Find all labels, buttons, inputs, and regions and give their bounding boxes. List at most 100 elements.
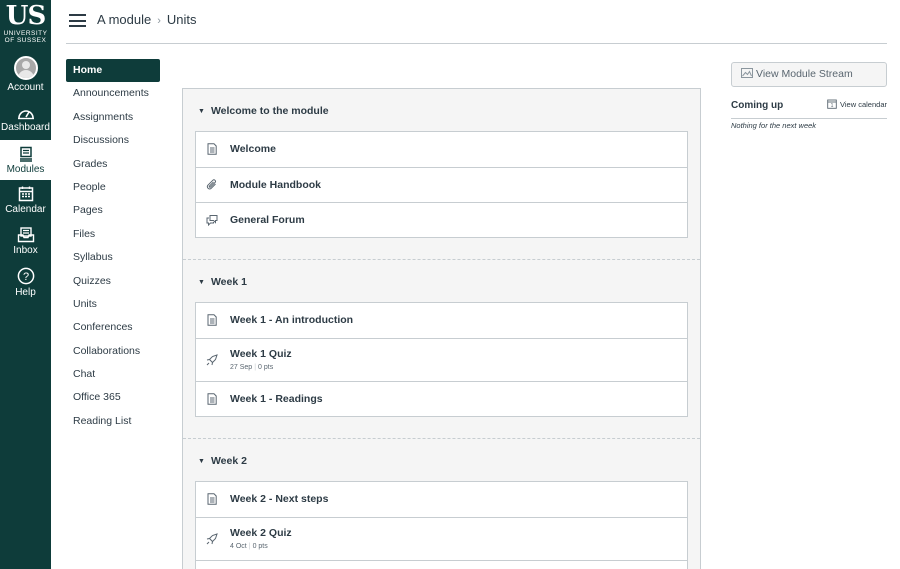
global-nav-inbox[interactable]: Inbox [0,227,51,257]
discussion-icon [206,215,218,226]
view-calendar-link[interactable]: 1 View calendar [827,99,887,110]
global-nav-modules[interactable]: Modules [0,140,51,180]
global-nav-label: Help [15,287,36,298]
attachment-icon [206,179,216,190]
page-icon [207,314,217,326]
module-item[interactable] [196,560,687,569]
module-item-title[interactable]: Week 2 Quiz [230,527,292,539]
inbox-icon [17,227,34,243]
global-nav-label: Modules [6,164,45,175]
module-item-title[interactable]: Week 1 - Readings [230,393,323,405]
course-nav-conferences[interactable]: Conferences [66,316,160,339]
module-header[interactable]: ▼ Welcome to the module [183,89,700,131]
quiz-icon [206,533,218,545]
module-item[interactable]: Week 2 Quiz 4 Oct | 0 pts [196,517,687,560]
course-nav-grades[interactable]: Grades [66,153,160,176]
calendar-icon [18,186,33,202]
course-nav-chat[interactable]: Chat [66,363,160,386]
module-header[interactable]: ▼ Week 1 [183,260,700,302]
module-item[interactable]: Week 1 Quiz 27 Sep | 0 pts [196,338,687,381]
stream-icon [741,68,753,79]
breadcrumb-course-link[interactable]: A module [97,12,151,27]
hamburger-menu-button[interactable] [69,14,86,27]
module-item[interactable]: Week 1 - An introduction [196,303,687,338]
module-title: Week 1 [210,276,247,288]
module-item[interactable]: Welcome [196,132,687,167]
module-item-meta: 27 Sep | 0 pts [230,364,274,371]
course-nav-announcements[interactable]: Announcements [66,82,160,105]
global-nav-calendar[interactable]: Calendar [0,186,51,216]
due-date: 27 Sep [230,364,253,371]
course-nav-units[interactable]: Units [66,293,160,316]
course-nav-quizzes[interactable]: Quizzes [66,270,160,293]
course-nav-home[interactable]: Home [66,59,160,83]
coming-up-header: Coming up 1 View calendar [731,99,887,119]
module-item[interactable]: Module Handbook [196,167,687,202]
coming-up-empty-text: Nothing for the next week [731,121,817,130]
global-nav-label: Inbox [13,245,38,256]
module-item[interactable]: Week 1 - Readings [196,381,687,416]
collapse-caret-icon: ▼ [198,279,205,286]
logo-line-1: UNIVERSITY [3,30,48,37]
module-items: Welcome Module Handbook General Forum [195,131,688,238]
calendar-icon: 1 [827,99,837,109]
global-nav-label: Dashboard [1,122,50,133]
course-nav-syllabus[interactable]: Syllabus [66,246,160,269]
breadcrumb: A module › Units [97,12,197,27]
view-module-stream-label: View Module Stream [756,68,853,80]
svg-text:1: 1 [831,103,834,109]
module-item-title[interactable]: Module Handbook [230,179,321,191]
module-title: Week 2 [210,455,247,467]
course-nav-discussions[interactable]: Discussions [66,129,160,152]
university-logo[interactable]: US UNIVERSITY OF SUSSEX [0,2,51,44]
modules-icon [19,146,32,162]
global-nav-account[interactable]: Account [0,56,51,94]
module: ▼ Week 2 Week 2 - Next steps Week 2 Quiz … [183,439,700,569]
global-nav-dashboard[interactable]: Dashboard [0,106,51,134]
module-title: Welcome to the module [210,105,329,117]
global-nav-help[interactable]: ? Help [0,267,51,299]
global-nav-label: Calendar [5,204,46,215]
course-nav-reading-list[interactable]: Reading List [66,410,160,433]
module-header[interactable]: ▼ Week 2 [183,439,700,481]
module-item[interactable]: Week 2 - Next steps [196,482,687,517]
avatar-icon [13,56,38,80]
module-item-meta: 4 Oct | 0 pts [230,543,268,550]
logo-mark: US [5,1,46,31]
module-item-title[interactable]: Welcome [230,143,276,155]
course-nav-assignments[interactable]: Assignments [66,106,160,129]
module-items: Week 2 - Next steps Week 2 Quiz 4 Oct | 0 … [195,481,688,569]
collapse-caret-icon: ▼ [198,458,205,465]
module-item-title[interactable]: Week 2 - Next steps [230,493,328,505]
module: ▼ Welcome to the module Welcome Module Ha… [183,89,700,260]
global-nav: US UNIVERSITY OF SUSSEX Account Dashboar… [0,0,51,569]
quiz-icon [206,354,218,366]
module-item[interactable]: General Forum [196,202,687,237]
page-icon [207,393,217,405]
breadcrumb-current: Units [166,12,197,27]
course-nav-office-365[interactable]: Office 365 [66,386,160,409]
course-nav-collaborations[interactable]: Collaborations [66,340,160,363]
page-icon [207,493,217,505]
course-nav-pages[interactable]: Pages [66,199,160,222]
view-module-stream-button[interactable]: View Module Stream [731,62,887,87]
header-divider [66,43,887,44]
view-calendar-label: View calendar [840,100,887,109]
global-nav-label: Account [7,82,44,93]
module-item-title[interactable]: Week 1 Quiz [230,348,292,360]
coming-up-title: Coming up [731,100,784,111]
due-date: 4 Oct [230,543,247,550]
course-nav-people[interactable]: People [66,176,160,199]
module-item-title[interactable]: General Forum [230,214,305,226]
chevron-right-icon: › [157,15,161,27]
module-items: Week 1 - An introduction Week 1 Quiz 27 … [195,302,688,417]
dashboard-icon [17,110,34,120]
module-item-title[interactable]: Week 1 - An introduction [230,314,353,326]
course-nav-files[interactable]: Files [66,223,160,246]
page-icon [207,143,217,155]
points: 0 pts [252,543,268,550]
svg-text:?: ? [22,271,28,283]
logo-line-2: OF SUSSEX [4,37,47,44]
help-icon: ? [17,267,34,285]
collapse-caret-icon: ▼ [198,108,205,115]
